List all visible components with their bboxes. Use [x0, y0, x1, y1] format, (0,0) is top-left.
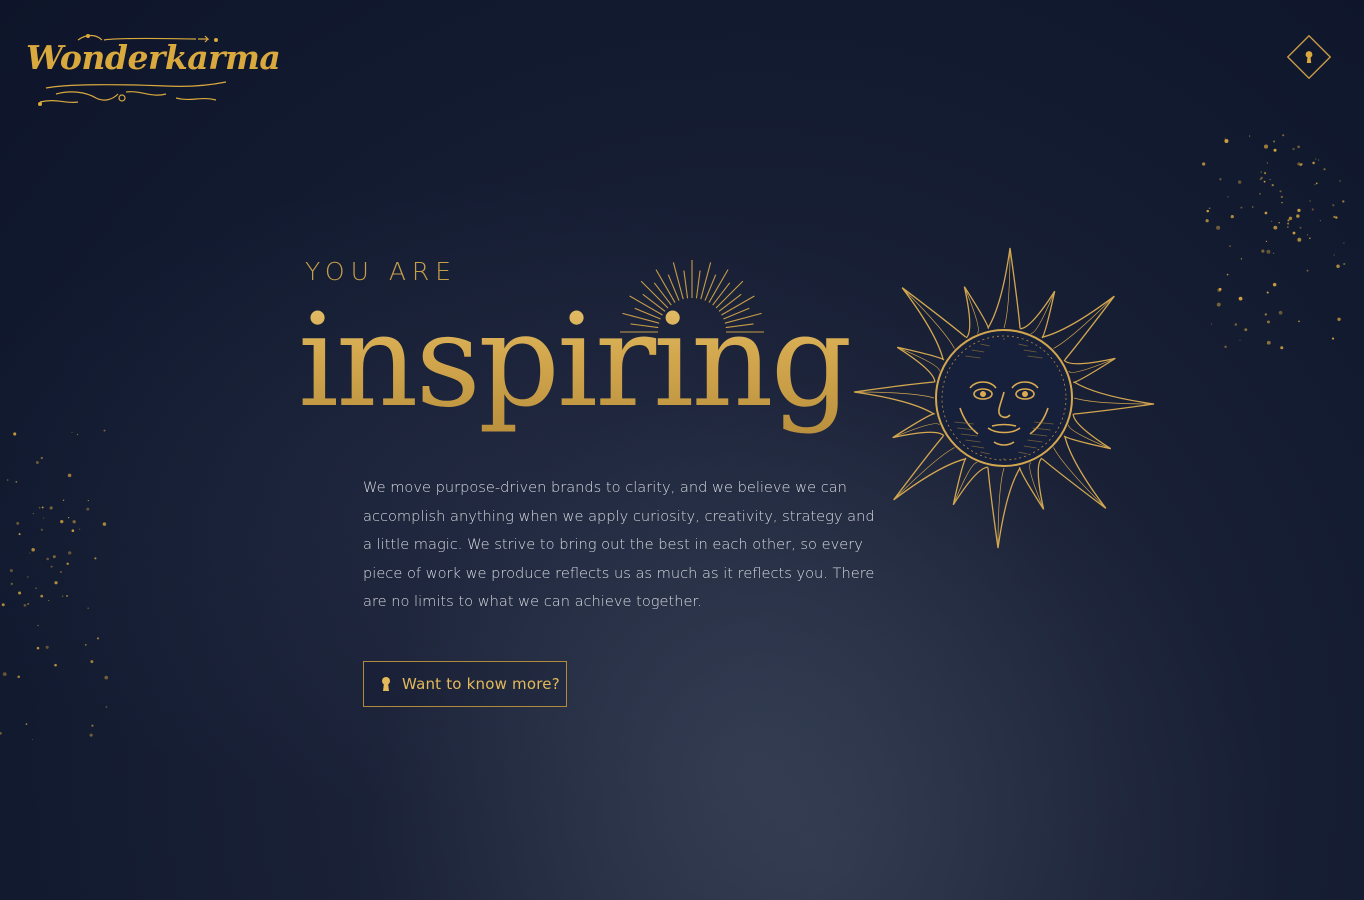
keyhole-icon [1286, 34, 1332, 80]
cta-label: Want to know more? [402, 675, 560, 693]
menu-button[interactable] [1286, 34, 1332, 80]
hero-description: We move purpose-driven brands to clarity… [363, 479, 875, 611]
keyhole-icon [382, 677, 390, 691]
hero-headline: inspiring [298, 282, 852, 442]
page: Wonderkarma YOU ARE inspiring We move pu… [0, 0, 1364, 900]
want-to-know-more-button[interactable]: Want to know more? [363, 661, 567, 707]
sun-face-icon [853, 247, 1155, 549]
logo[interactable]: Wonderkarma [26, 32, 281, 110]
logo-wordmark: Wonderkarma [26, 38, 281, 77]
